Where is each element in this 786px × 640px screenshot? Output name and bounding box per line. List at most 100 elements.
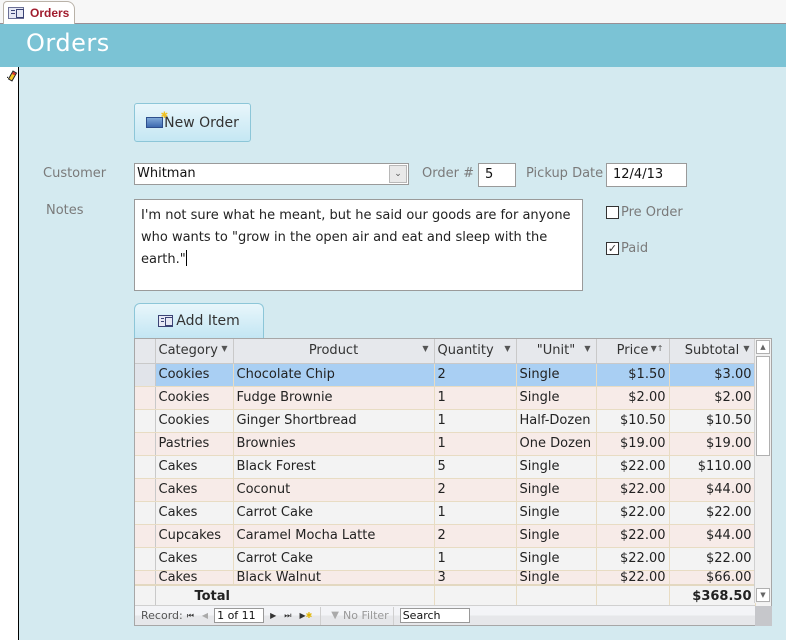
row-selector[interactable] bbox=[135, 409, 156, 433]
cell-category[interactable]: Cookies bbox=[155, 409, 234, 433]
vertical-scrollbar[interactable]: ▲ ▼ bbox=[754, 339, 771, 603]
cell-category[interactable]: Cakes bbox=[155, 501, 234, 525]
cell-quantity[interactable]: 5 bbox=[434, 455, 517, 479]
notes-field[interactable]: I'm not sure what he meant, but he said … bbox=[134, 199, 583, 291]
cell-price[interactable]: $19.00 bbox=[596, 432, 670, 456]
scroll-down-icon[interactable]: ▼ bbox=[756, 588, 770, 602]
cell-unit[interactable]: Single bbox=[516, 363, 597, 387]
cell-category[interactable]: Cakes bbox=[155, 570, 234, 585]
cell-product[interactable]: Ginger Shortbread bbox=[233, 409, 435, 433]
first-record-icon[interactable]: ⏮ bbox=[187, 611, 194, 621]
new-order-button[interactable]: New Order bbox=[134, 103, 251, 142]
cell-unit[interactable]: Single bbox=[516, 570, 597, 585]
row-selector[interactable] bbox=[135, 363, 156, 387]
cell-category[interactable]: Cakes bbox=[155, 547, 234, 571]
row-selector[interactable] bbox=[135, 455, 156, 479]
cell-category[interactable]: Cakes bbox=[155, 478, 234, 502]
cell-product[interactable]: Coconut bbox=[233, 478, 435, 502]
cell-quantity[interactable]: 1 bbox=[434, 547, 517, 571]
cell-quantity[interactable]: 1 bbox=[434, 409, 517, 433]
cell-subtotal[interactable]: $19.00 bbox=[669, 432, 756, 456]
cell-product[interactable]: Fudge Brownie bbox=[233, 386, 435, 410]
table-row[interactable]: Cakes Carrot Cake 1 Single $22.00 $22.00 bbox=[135, 547, 756, 571]
customer-combobox[interactable]: Whitman ⌄ bbox=[134, 163, 409, 185]
cell-price[interactable]: $22.00 bbox=[596, 570, 670, 585]
cell-quantity[interactable]: 2 bbox=[434, 363, 517, 387]
cell-product[interactable]: Brownies bbox=[233, 432, 435, 456]
cell-unit[interactable]: Half-Dozen bbox=[516, 409, 597, 433]
filter-dropdown-icon[interactable]: ▼ bbox=[221, 344, 227, 353]
row-selector[interactable] bbox=[135, 432, 156, 456]
cell-subtotal[interactable]: $110.00 bbox=[669, 455, 756, 479]
search-input[interactable]: Search bbox=[399, 608, 470, 623]
chevron-down-icon[interactable]: ⌄ bbox=[389, 165, 407, 183]
cell-quantity[interactable]: 2 bbox=[434, 478, 517, 502]
cell-product[interactable]: Caramel Mocha Latte bbox=[233, 524, 435, 548]
cell-subtotal[interactable]: $22.00 bbox=[669, 547, 756, 571]
cell-price[interactable]: $1.50 bbox=[596, 363, 670, 387]
cell-product[interactable]: Carrot Cake bbox=[233, 547, 435, 571]
cell-unit[interactable]: Single bbox=[516, 386, 597, 410]
filter-dropdown-icon[interactable]: ▼ bbox=[584, 344, 590, 353]
previous-record-icon[interactable]: ◀ bbox=[202, 611, 208, 620]
cell-price[interactable]: $22.00 bbox=[596, 524, 670, 548]
cell-category[interactable]: Pastries bbox=[155, 432, 234, 456]
cell-category[interactable]: Cakes bbox=[155, 455, 234, 479]
add-item-button[interactable]: Add Item bbox=[134, 303, 264, 338]
row-selector[interactable] bbox=[135, 501, 156, 525]
cell-quantity[interactable]: 1 bbox=[434, 501, 517, 525]
cell-unit[interactable]: One Dozen bbox=[516, 432, 597, 456]
row-selector[interactable] bbox=[135, 524, 156, 548]
table-row[interactable]: Cupcakes Caramel Mocha Latte 2 Single $22.00… bbox=[135, 524, 756, 548]
new-record-icon[interactable]: ▶✱ bbox=[299, 611, 312, 620]
row-selector[interactable] bbox=[135, 386, 156, 410]
cell-category[interactable]: Cookies bbox=[155, 386, 234, 410]
cell-unit[interactable]: Single bbox=[516, 524, 597, 548]
column-header-price[interactable]: Price ▼↑ bbox=[596, 339, 670, 364]
current-record-field[interactable]: 1 of 11 bbox=[214, 608, 265, 623]
table-row[interactable]: Cakes Black Forest 5 Single $22.00 $110.00 bbox=[135, 455, 756, 479]
cell-product[interactable]: Black Walnut bbox=[233, 570, 435, 585]
cell-price[interactable]: $22.00 bbox=[596, 478, 670, 502]
cell-product[interactable]: Chocolate Chip bbox=[233, 363, 435, 387]
cell-category[interactable]: Cupcakes bbox=[155, 524, 234, 548]
filter-dropdown-icon[interactable]: ▼ bbox=[422, 344, 428, 353]
next-record-icon[interactable]: ▶ bbox=[270, 611, 276, 620]
cell-subtotal[interactable]: $10.50 bbox=[669, 409, 756, 433]
cell-quantity[interactable]: 1 bbox=[434, 432, 517, 456]
pickup-date-field[interactable]: 12/4/13 bbox=[606, 163, 687, 187]
column-header-product[interactable]: Product ▼ bbox=[233, 339, 435, 364]
cell-quantity[interactable]: 1 bbox=[434, 386, 517, 410]
cell-subtotal[interactable]: $2.00 bbox=[669, 386, 756, 410]
row-selector[interactable] bbox=[135, 547, 156, 571]
filter-dropdown-icon[interactable]: ▼ bbox=[743, 344, 749, 353]
no-filter-button[interactable]: ▼ No Filter bbox=[325, 609, 388, 622]
cell-subtotal[interactable]: $44.00 bbox=[669, 478, 756, 502]
paid-checkbox[interactable]: ✓ bbox=[606, 242, 619, 255]
cell-unit[interactable]: Single bbox=[516, 455, 597, 479]
sort-ascending-icon[interactable]: ▼↑ bbox=[651, 344, 664, 353]
cell-subtotal[interactable]: $44.00 bbox=[669, 524, 756, 548]
column-header-category[interactable]: Category ▼ bbox=[155, 339, 234, 364]
pre-order-checkbox[interactable] bbox=[606, 206, 619, 219]
table-row[interactable]: Cookies Fudge Brownie 1 Single $2.00 $2.00 bbox=[135, 386, 756, 410]
last-record-icon[interactable]: ⏭ bbox=[284, 611, 291, 621]
table-row[interactable]: Pastries Brownies 1 One Dozen $19.00 $19.00 bbox=[135, 432, 756, 456]
column-header-subtotal[interactable]: Subtotal ▼ bbox=[669, 339, 756, 364]
scroll-up-icon[interactable]: ▲ bbox=[756, 340, 770, 354]
table-row[interactable]: Cakes Coconut 2 Single $22.00 $44.00 bbox=[135, 478, 756, 502]
pre-order-checkbox-row[interactable]: Pre Order bbox=[606, 205, 683, 220]
row-selector[interactable] bbox=[135, 478, 156, 502]
tab-orders[interactable]: Orders bbox=[3, 1, 75, 24]
cell-price[interactable]: $22.00 bbox=[596, 547, 670, 571]
record-selector[interactable]: .. bbox=[0, 67, 19, 640]
cell-unit[interactable]: Single bbox=[516, 501, 597, 525]
scroll-thumb[interactable] bbox=[756, 356, 770, 456]
row-selector[interactable] bbox=[135, 570, 156, 585]
cell-subtotal[interactable]: $66.00 bbox=[669, 570, 756, 585]
cell-category[interactable]: Cookies bbox=[155, 363, 234, 387]
cell-product[interactable]: Carrot Cake bbox=[233, 501, 435, 525]
column-header-unit[interactable]: "Unit" ▼ bbox=[516, 339, 597, 364]
table-row[interactable]: Cookies Ginger Shortbread 1 Half-Dozen $10.5… bbox=[135, 409, 756, 433]
cell-product[interactable]: Black Forest bbox=[233, 455, 435, 479]
